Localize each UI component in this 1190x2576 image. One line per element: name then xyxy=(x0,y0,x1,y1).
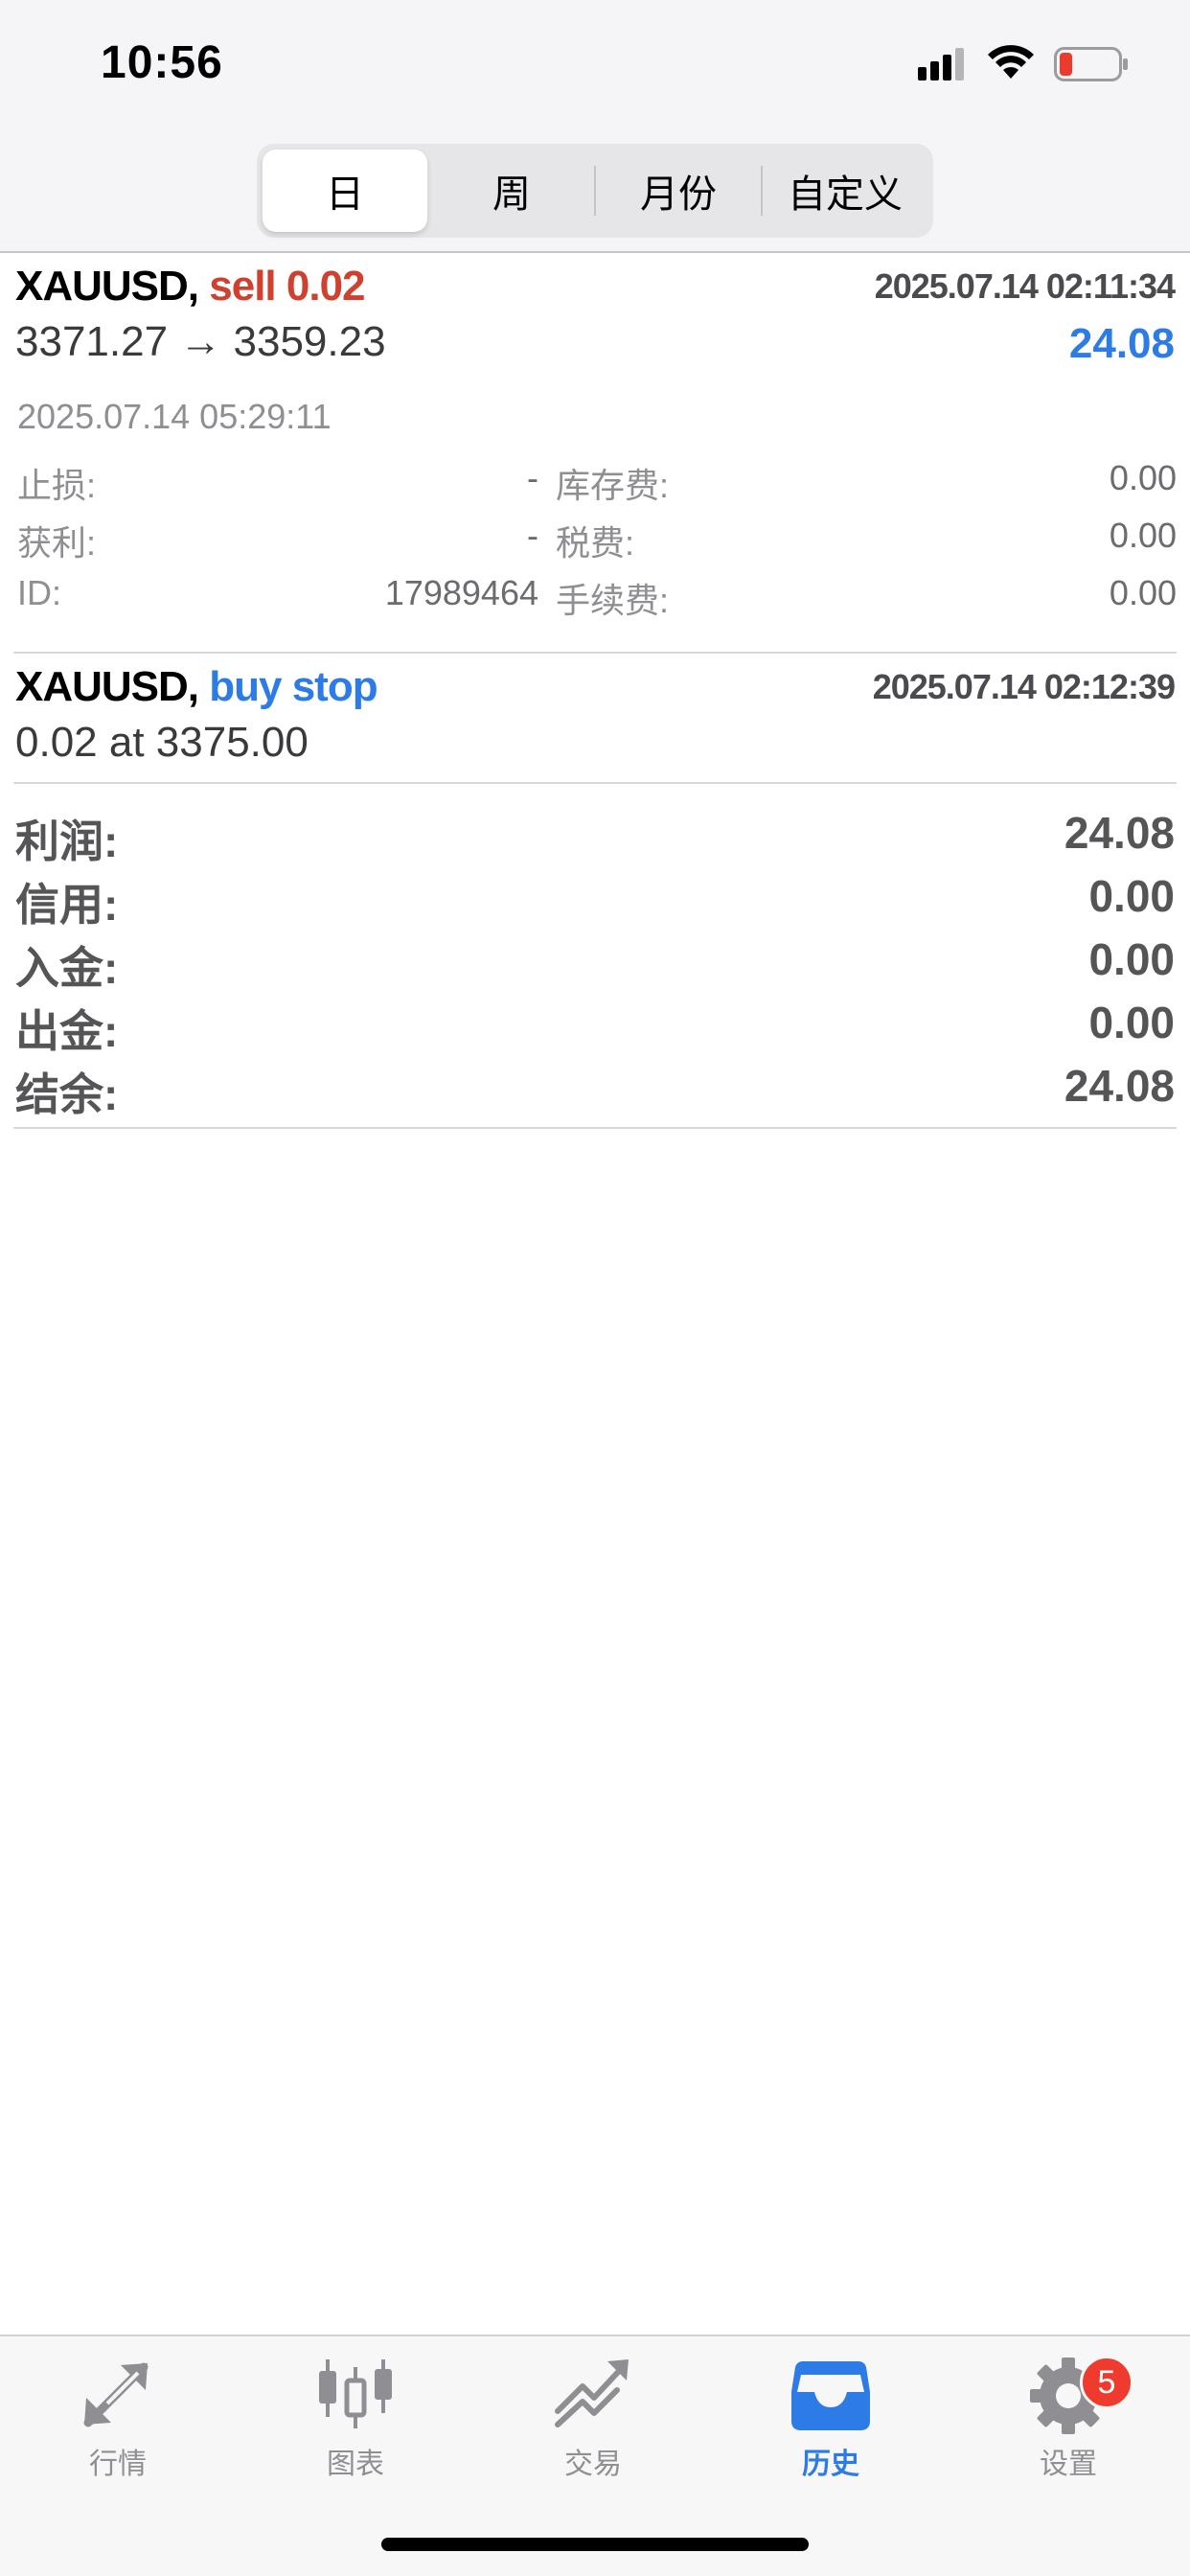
wifi-icon xyxy=(988,45,1034,79)
take-profit-value: - xyxy=(527,516,538,555)
summary-value: 0.00 xyxy=(1088,871,1175,921)
summary-row-withdrawal: 出金: 0.00 xyxy=(13,991,1177,1056)
battery-low-icon xyxy=(1054,47,1128,81)
summary-label: 信用: xyxy=(15,880,119,930)
summary-value: 0.00 xyxy=(1088,998,1175,1047)
id-label: ID: xyxy=(17,573,62,612)
cellular-signal-icon xyxy=(918,48,964,80)
tab-charts[interactable]: 图表 xyxy=(260,2354,451,2497)
deal-open-time: 2025.07.14 02:11:34 xyxy=(874,266,1176,306)
segment-week[interactable]: 周 xyxy=(429,150,594,232)
tax-label: 税费: xyxy=(556,523,635,563)
segment-day[interactable]: 日 xyxy=(263,150,427,232)
tab-settings[interactable]: 5 设置 xyxy=(973,2354,1164,2497)
deal-close-time: 2025.07.14 05:29:11 xyxy=(17,397,332,436)
order-title: XAUUSD, buy stop xyxy=(15,663,378,711)
summary-label: 利润: xyxy=(15,816,119,866)
detail-row: ID: 17989464 手续费: 0.00 xyxy=(17,569,1177,627)
order-action: buy stop xyxy=(209,663,378,710)
candlestick-chart-icon xyxy=(319,2359,392,2428)
tax-value: 0.00 xyxy=(1109,516,1177,555)
id-value: 17989464 xyxy=(384,573,538,612)
tab-label: 交易 xyxy=(564,2449,622,2480)
tab-quotes[interactable]: 行情 xyxy=(22,2354,214,2497)
quotes-arrows-icon xyxy=(83,2362,149,2427)
summary-row-credit: 信用: 0.00 xyxy=(13,864,1177,930)
tab-history[interactable]: 历史 xyxy=(735,2354,927,2497)
order-symbol: XAUUSD, xyxy=(15,663,199,710)
tab-label: 设置 xyxy=(1040,2449,1097,2480)
history-inbox-icon xyxy=(791,2361,870,2430)
order-time: 2025.07.14 02:12:39 xyxy=(872,667,1176,706)
deal-profit: 24.08 xyxy=(1068,320,1175,367)
deal-row[interactable]: XAUUSD, sell 0.02 2025.07.14 02:11:34 33… xyxy=(13,253,1177,654)
summary-label: 结余: xyxy=(15,1070,119,1119)
stop-loss-label: 止损: xyxy=(17,466,97,505)
tab-label: 行情 xyxy=(89,2449,147,2480)
segment-custom[interactable]: 自定义 xyxy=(763,150,927,232)
home-indicator[interactable] xyxy=(381,2538,809,2551)
period-segmented-control: 日 周 月份 自定义 xyxy=(257,144,933,238)
summary-label: 入金: xyxy=(15,943,119,993)
period-header: 日 周 月份 自定义 xyxy=(0,134,1190,253)
trade-chart-icon xyxy=(555,2359,629,2427)
swap-value: 0.00 xyxy=(1109,458,1177,497)
status-bar: 10:56 xyxy=(0,0,1190,134)
account-summary: 利润: 24.08 信用: 0.00 入金: 0.00 出金: 0.00 结余:… xyxy=(13,784,1177,1129)
summary-row-deposit: 入金: 0.00 xyxy=(13,928,1177,993)
tab-label: 历史 xyxy=(802,2449,859,2480)
commission-label: 手续费: xyxy=(556,581,670,620)
commission-value: 0.00 xyxy=(1109,573,1177,612)
stop-loss-value: - xyxy=(527,458,538,497)
deal-action: sell 0.02 xyxy=(209,263,365,310)
swap-label: 库存费: xyxy=(556,466,670,505)
tab-label: 图表 xyxy=(327,2449,384,2480)
order-row[interactable]: XAUUSD, buy stop 2025.07.14 02:12:39 0.0… xyxy=(13,654,1177,784)
tab-trade[interactable]: 交易 xyxy=(497,2354,689,2497)
deal-price-line: 3371.27 → 3359.23 xyxy=(15,318,386,365)
summary-row-profit: 利润: 24.08 xyxy=(13,801,1177,866)
history-list: XAUUSD, sell 0.02 2025.07.14 02:11:34 33… xyxy=(0,253,1190,1129)
notification-badge: 5 xyxy=(1080,2356,1133,2409)
summary-value: 0.00 xyxy=(1088,934,1175,984)
deal-details: 止损: - 库存费: 0.00 获利: - 税费: 0.00 ID: 17989… xyxy=(17,454,1177,627)
take-profit-label: 获利: xyxy=(17,523,97,563)
status-time: 10:56 xyxy=(101,37,223,88)
detail-row: 获利: - 税费: 0.00 xyxy=(17,512,1177,569)
deal-title: XAUUSD, sell 0.02 xyxy=(15,263,366,310)
order-line: 0.02 at 3375.00 xyxy=(15,719,309,766)
summary-value: 24.08 xyxy=(1064,1061,1175,1111)
summary-value: 24.08 xyxy=(1064,808,1175,858)
summary-row-balance: 结余: 24.08 xyxy=(13,1054,1177,1119)
deal-symbol: XAUUSD, xyxy=(15,263,199,310)
segment-month[interactable]: 月份 xyxy=(596,150,761,232)
summary-label: 出金: xyxy=(15,1006,119,1056)
detail-row: 止损: - 库存费: 0.00 xyxy=(17,454,1177,512)
